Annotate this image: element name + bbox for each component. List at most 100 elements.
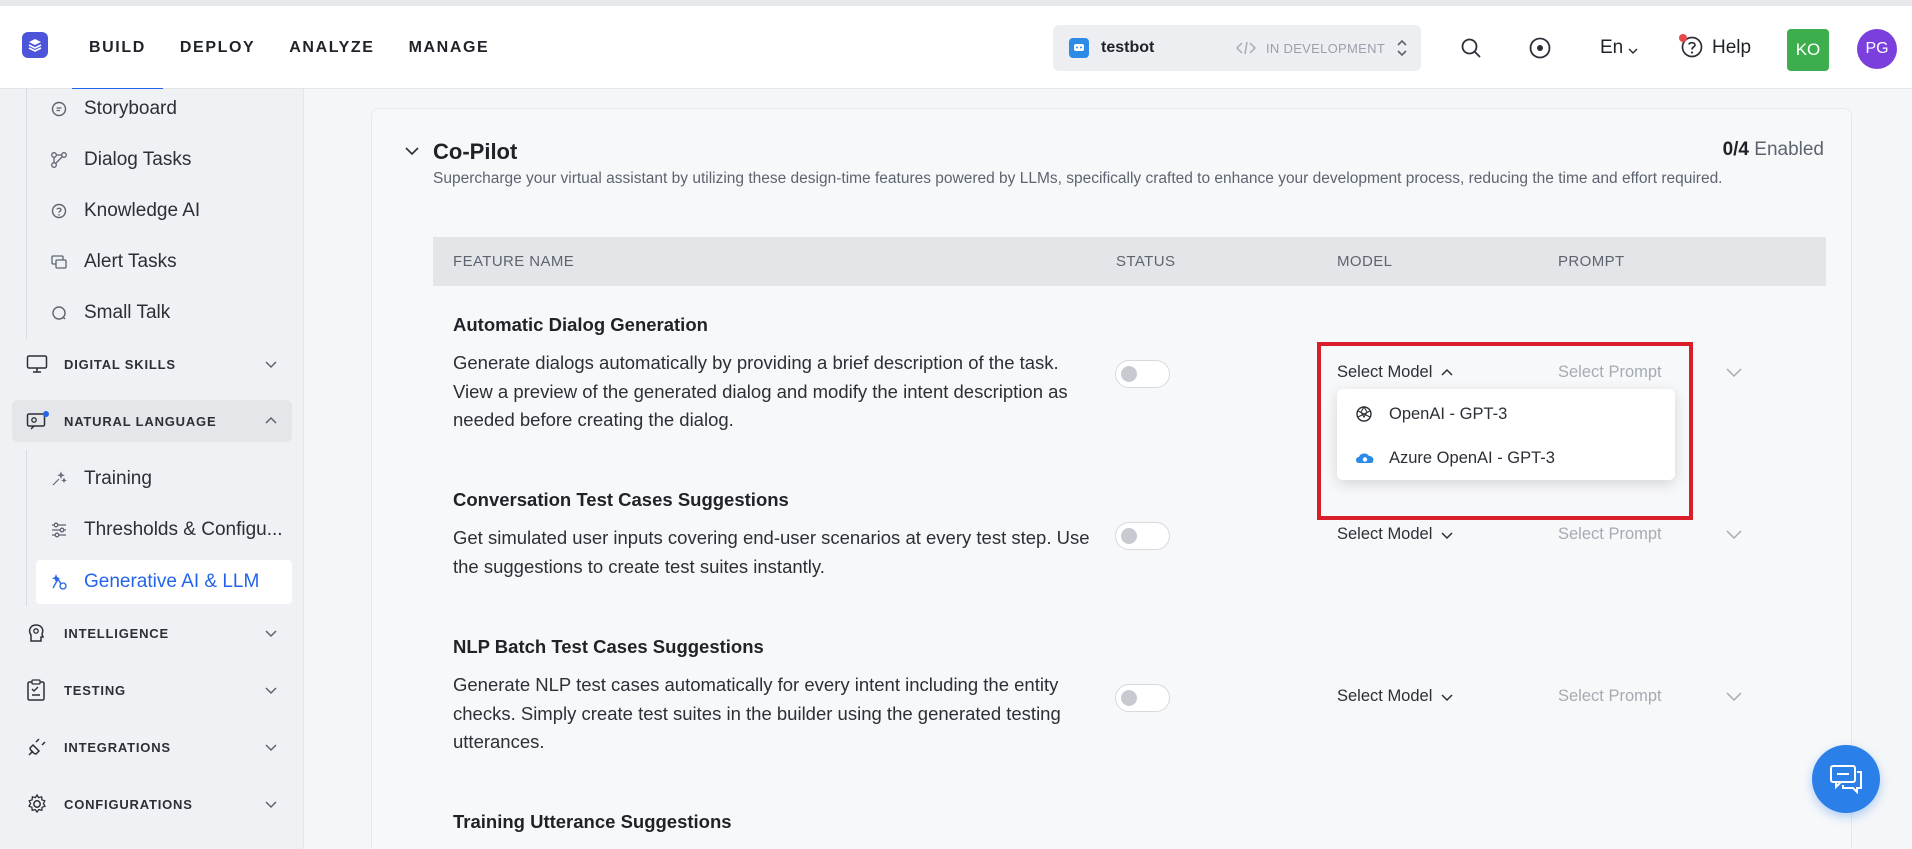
feature-description: Get simulated user inputs covering end-u… (453, 527, 1090, 577)
feature-title: NLP Batch Test Cases Suggestions (453, 636, 764, 657)
plug-icon (28, 738, 46, 756)
nav-deploy[interactable]: DEPLOY (163, 6, 272, 89)
col-model: MODEL (1337, 253, 1393, 270)
sidebar-item-dialog-tasks[interactable]: Dialog Tasks (50, 140, 191, 180)
sidebar-item-alert-tasks[interactable]: Alert Tasks (50, 242, 177, 282)
model-select[interactable]: Select Model (1337, 687, 1454, 706)
row-expand-chevron-icon[interactable] (1725, 689, 1743, 703)
sidebar-item-label: Knowledge AI (84, 200, 201, 221)
sidebar-item-label: Thresholds & Configu... (84, 519, 283, 540)
target-button[interactable] (1528, 6, 1552, 89)
feature-title: Automatic Dialog Generation (453, 314, 708, 335)
sidebar-section-integrations[interactable]: INTEGRATIONS (12, 726, 292, 768)
feature-title: Training Utterance Suggestions (453, 811, 732, 832)
feature-title: Conversation Test Cases Suggestions (453, 489, 789, 510)
nav-analyze[interactable]: ANALYZE (272, 6, 391, 89)
prompt-select[interactable]: Select Prompt (1558, 525, 1662, 544)
chevron-down-icon (265, 361, 277, 369)
search-icon (1461, 38, 1481, 58)
top-bar: BUILD DEPLOY ANALYZE MANAGE testbot IN D… (0, 0, 1912, 90)
sidebar-item-small-talk[interactable]: Small Talk (50, 293, 170, 333)
language-selector[interactable]: En (1600, 6, 1639, 89)
sidebar: Storyboard Dialog Tasks Knowledge AI Ale… (0, 89, 304, 849)
language-label: En (1600, 36, 1624, 58)
generative-ai-icon (51, 574, 67, 590)
bot-selector[interactable]: testbot IN DEVELOPMENT (1053, 25, 1421, 71)
profile-avatar-pg[interactable]: PG (1857, 29, 1897, 69)
code-icon (1236, 41, 1256, 55)
intelligence-icon (28, 624, 45, 642)
col-status: STATUS (1116, 253, 1176, 270)
feature-description: Generate dialogs automatically by provid… (453, 352, 1068, 430)
chevron-down-icon (265, 801, 277, 809)
sidebar-item-label: Generative AI & LLM (84, 571, 260, 592)
search-button[interactable] (1460, 6, 1482, 89)
sidebar-item-label: Training (84, 468, 152, 489)
main-nav: BUILD DEPLOY ANALYZE MANAGE (72, 6, 507, 90)
chevron-down-icon (265, 687, 277, 695)
highlight-annotation-box (1317, 342, 1693, 520)
sidebar-sub-line (26, 89, 27, 339)
chevron-down-icon (265, 630, 277, 638)
collapse-chevron-icon[interactable] (404, 143, 420, 159)
sidebar-item-generative-ai[interactable]: Generative AI & LLM (36, 560, 292, 604)
sidebar-item-thresholds[interactable]: Thresholds & Configu... (50, 510, 283, 550)
row-expand-chevron-icon[interactable] (1725, 527, 1743, 541)
help-button[interactable]: Help (1679, 6, 1752, 89)
help-label: Help (1712, 36, 1752, 58)
natural-language-icon (26, 411, 49, 430)
status-toggle[interactable] (1115, 522, 1170, 550)
table-header: FEATURE NAME STATUS MODEL PROMPT (433, 237, 1826, 286)
chevron-down-icon (1441, 531, 1453, 539)
monitor-icon (26, 355, 48, 373)
sidebar-section-label: DIGITAL SKILLS (64, 356, 176, 372)
row-expand-chevron-icon[interactable] (1725, 365, 1743, 379)
nav-manage[interactable]: MANAGE (392, 6, 507, 89)
app-logo[interactable] (22, 32, 48, 58)
sidebar-item-label: Small Talk (84, 302, 171, 323)
sidebar-section-configurations[interactable]: CONFIGURATIONS (12, 783, 292, 825)
training-icon (52, 471, 67, 486)
clipboard-check-icon (27, 679, 45, 701)
dialog-tasks-icon (51, 152, 67, 168)
gear-icon (28, 793, 46, 814)
sidebar-section-natural-language[interactable]: NATURAL LANGUAGE (12, 400, 292, 442)
user-avatar-ko[interactable]: KO (1787, 29, 1829, 71)
sidebar-item-training[interactable]: Training (50, 459, 152, 499)
sidebar-section-intelligence[interactable]: INTELLIGENCE (12, 612, 292, 654)
model-select[interactable]: Select Model (1337, 525, 1454, 544)
small-talk-icon (52, 306, 66, 320)
sidebar-section-label: INTELLIGENCE (64, 625, 169, 641)
chevron-down-icon (1628, 47, 1638, 54)
alert-tasks-icon (51, 255, 67, 269)
sidebar-sub-line (26, 450, 27, 606)
sidebar-section-label: TESTING (64, 682, 126, 698)
panel-title: Co-Pilot (433, 139, 518, 164)
sidebar-section-testing[interactable]: TESTING (12, 669, 292, 711)
status-toggle[interactable] (1115, 684, 1170, 712)
layers-icon (28, 39, 42, 52)
sidebar-section-digital-skills[interactable]: DIGITAL SKILLS (12, 343, 292, 385)
updown-chevron-icon (1397, 39, 1407, 57)
model-select-label: Select Model (1337, 687, 1433, 705)
chat-support-button[interactable] (1812, 745, 1880, 813)
nav-build[interactable]: BUILD (72, 6, 163, 90)
model-select-label: Select Model (1337, 525, 1433, 543)
sidebar-section-label: NATURAL LANGUAGE (64, 413, 217, 429)
prompt-select[interactable]: Select Prompt (1558, 687, 1662, 706)
bot-icon (1069, 38, 1089, 58)
sidebar-item-storyboard[interactable]: Storyboard (50, 89, 177, 129)
sliders-icon (52, 522, 66, 538)
sidebar-item-label: Alert Tasks (84, 251, 177, 272)
col-feature-name: FEATURE NAME (453, 253, 575, 270)
enabled-counter: 0/4 Enabled (1723, 139, 1824, 161)
status-toggle[interactable] (1115, 360, 1170, 388)
chevron-up-icon (265, 416, 277, 424)
bot-status-label: IN DEVELOPMENT (1266, 40, 1386, 56)
chevron-down-icon (1441, 693, 1453, 701)
enabled-label: Enabled (1754, 139, 1824, 160)
sidebar-item-knowledge-ai[interactable]: Knowledge AI (50, 191, 200, 231)
feature-description: Generate NLP test cases automatically fo… (453, 674, 1061, 752)
bot-status: IN DEVELOPMENT (1236, 41, 1385, 56)
col-prompt: PROMPT (1558, 253, 1625, 270)
